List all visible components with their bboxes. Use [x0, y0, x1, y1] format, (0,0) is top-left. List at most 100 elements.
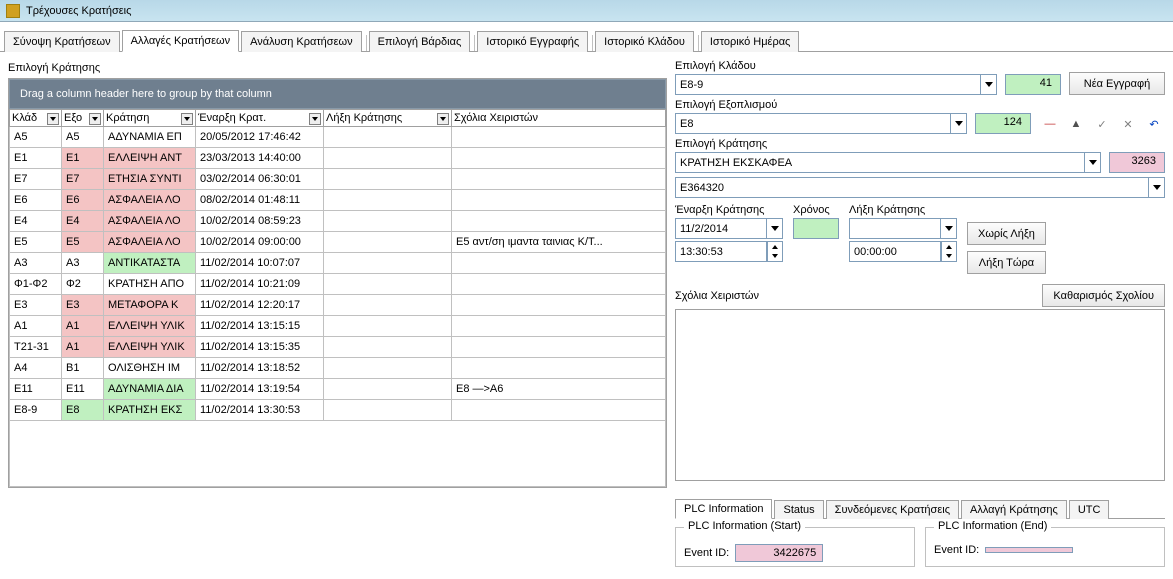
branch-combo[interactable]	[675, 74, 981, 95]
table-row[interactable]: A1A1ΕΛΛΕΙΨΗ ΥΛΙΚ11/02/2014 13:15:15	[10, 316, 666, 337]
table-cell[interactable]	[324, 127, 452, 148]
table-cell[interactable]: Φ2	[62, 274, 104, 295]
table-cell[interactable]: 11/02/2014 13:18:52	[196, 358, 324, 379]
column-header[interactable]: Σχόλια Χειριστών	[452, 110, 666, 127]
end-now-button[interactable]: Λήξη Τώρα	[967, 251, 1046, 274]
dropdown-icon[interactable]	[1149, 177, 1165, 198]
table-row[interactable]: E6E6ΑΣΦΑΛΕΙΑ ΛΟ08/02/2014 01:48:11	[10, 190, 666, 211]
table-cell[interactable]: Φ1-Φ2	[10, 274, 62, 295]
table-cell[interactable]	[452, 295, 666, 316]
table-cell[interactable]	[452, 358, 666, 379]
tab-shift[interactable]: Επιλογή Βάρδιας	[369, 31, 471, 52]
column-header[interactable]: Έναρξη Κρατ.	[196, 110, 324, 127]
table-cell[interactable]	[452, 274, 666, 295]
end-date-input[interactable]	[849, 218, 941, 239]
table-row[interactable]: A3A3ΑΝΤΙΚΑΤΑΣΤΑ11/02/2014 10:07:07	[10, 253, 666, 274]
table-cell[interactable]: ΑΔΥΝΑΜΙΑ ΕΠ	[104, 127, 196, 148]
table-cell[interactable]: E11	[10, 379, 62, 400]
table-cell[interactable]: E5	[10, 232, 62, 253]
filter-drop-icon[interactable]	[47, 113, 59, 125]
table-cell[interactable]: E7	[10, 169, 62, 190]
table-row[interactable]: E3E3ΜΕΤΑΦΟΡΑ Κ11/02/2014 12:20:17	[10, 295, 666, 316]
time-spinner[interactable]	[767, 241, 783, 262]
table-cell[interactable]: A1	[62, 316, 104, 337]
filter-drop-icon[interactable]	[181, 113, 193, 125]
cancel-icon[interactable]: ✕	[1117, 114, 1139, 134]
table-cell[interactable]: E4	[62, 211, 104, 232]
table-cell[interactable]: 23/03/2013 14:40:00	[196, 148, 324, 169]
column-header[interactable]: Λήξη Κράτησης	[324, 110, 452, 127]
table-cell[interactable]: T21-31	[10, 337, 62, 358]
end-time-input[interactable]	[849, 241, 941, 262]
table-cell[interactable]: A5	[62, 127, 104, 148]
dropdown-icon[interactable]	[1085, 152, 1101, 173]
table-cell[interactable]: ΟΛΙΣΘΗΣΗ ΙΜ	[104, 358, 196, 379]
table-cell[interactable]	[452, 148, 666, 169]
table-cell[interactable]: E8	[62, 400, 104, 421]
table-cell[interactable]: 11/02/2014 12:20:17	[196, 295, 324, 316]
filter-drop-icon[interactable]	[437, 113, 449, 125]
table-cell[interactable]	[452, 127, 666, 148]
table-cell[interactable]	[324, 295, 452, 316]
tab-branch-history[interactable]: Ιστορικό Κλάδου	[595, 31, 694, 52]
subtab-plc[interactable]: PLC Information	[675, 499, 772, 519]
table-cell[interactable]: A1	[10, 316, 62, 337]
duration-input[interactable]	[793, 218, 839, 239]
table-cell[interactable]: ΑΣΦΑΛΕΙΑ ΛΟ	[104, 211, 196, 232]
table-cell[interactable]: E5 αντ/ση ιμαντα ταινιας Κ/Τ...	[452, 232, 666, 253]
table-cell[interactable]: ΑΣΦΑΛΕΙΑ ΛΟ	[104, 232, 196, 253]
column-header[interactable]: Κράτηση	[104, 110, 196, 127]
table-cell[interactable]	[324, 148, 452, 169]
table-cell[interactable]: ΜΕΤΑΦΟΡΑ Κ	[104, 295, 196, 316]
table-cell[interactable]: E8-9	[10, 400, 62, 421]
comments-textarea[interactable]	[675, 309, 1165, 481]
table-cell[interactable]: ΚΡΑΤΗΣΗ ΑΠΟ	[104, 274, 196, 295]
filter-drop-icon[interactable]	[89, 113, 101, 125]
column-header[interactable]: Κλάδ	[10, 110, 62, 127]
table-cell[interactable]	[324, 358, 452, 379]
triangle-up-icon[interactable]: ▲	[1065, 114, 1087, 134]
table-cell[interactable]: B1	[62, 358, 104, 379]
subtab-change[interactable]: Αλλαγή Κράτησης	[961, 500, 1067, 519]
filter-drop-icon[interactable]	[309, 113, 321, 125]
no-end-button[interactable]: Χωρίς Λήξη	[967, 222, 1046, 245]
table-cell[interactable]: E4	[10, 211, 62, 232]
calendar-drop-icon[interactable]	[941, 218, 957, 239]
table-cell[interactable]: ΑΔΥΝΑΜΙΑ ΔΙΑ	[104, 379, 196, 400]
table-cell[interactable]: E1	[10, 148, 62, 169]
table-cell[interactable]: ΑΣΦΑΛΕΙΑ ΛΟ	[104, 190, 196, 211]
table-cell[interactable]: A1	[62, 337, 104, 358]
table-cell[interactable]: 11/02/2014 10:21:09	[196, 274, 324, 295]
table-cell[interactable]: E11	[62, 379, 104, 400]
table-cell[interactable]	[324, 379, 452, 400]
table-cell[interactable]	[452, 169, 666, 190]
table-row[interactable]: A5A5ΑΔΥΝΑΜΙΑ ΕΠ20/05/2012 17:46:42	[10, 127, 666, 148]
table-cell[interactable]	[324, 211, 452, 232]
table-row[interactable]: E1E1ΕΛΛΕΙΨΗ ΑΝΤ23/03/2013 14:40:00	[10, 148, 666, 169]
table-cell[interactable]: ΚΡΑΤΗΣΗ ΕΚΣ	[104, 400, 196, 421]
table-cell[interactable]	[452, 190, 666, 211]
table-cell[interactable]: ΕΛΛΕΙΨΗ ΑΝΤ	[104, 148, 196, 169]
clear-comments-button[interactable]: Καθαρισμός Σχολίου	[1042, 284, 1165, 307]
revert-icon[interactable]: ↶	[1143, 114, 1165, 134]
dropdown-icon[interactable]	[951, 113, 967, 134]
table-cell[interactable]: ΑΝΤΙΚΑΤΑΣΤΑ	[104, 253, 196, 274]
table-row[interactable]: E5E5ΑΣΦΑΛΕΙΑ ΛΟ10/02/2014 09:00:00E5 αντ…	[10, 232, 666, 253]
table-cell[interactable]: E6	[10, 190, 62, 211]
table-cell[interactable]: E8 —>A6	[452, 379, 666, 400]
table-cell[interactable]: 10/02/2014 09:00:00	[196, 232, 324, 253]
table-row[interactable]: Φ1-Φ2Φ2ΚΡΑΤΗΣΗ ΑΠΟ11/02/2014 10:21:09	[10, 274, 666, 295]
table-cell[interactable]: E1	[62, 148, 104, 169]
table-cell[interactable]: 11/02/2014 13:19:54	[196, 379, 324, 400]
delete-icon[interactable]: —	[1039, 114, 1061, 134]
calendar-drop-icon[interactable]	[767, 218, 783, 239]
table-cell[interactable]: 11/02/2014 13:15:15	[196, 316, 324, 337]
tab-analysis[interactable]: Ανάλυση Κρατήσεων	[241, 31, 361, 52]
group-by-bar[interactable]: Drag a column header here to group by th…	[9, 79, 666, 109]
hold-combo[interactable]	[675, 152, 1085, 173]
table-cell[interactable]: A5	[10, 127, 62, 148]
tab-day-history[interactable]: Ιστορικό Ημέρας	[701, 31, 800, 52]
tab-changes[interactable]: Αλλαγές Κρατήσεων	[122, 30, 240, 52]
subtab-status[interactable]: Status	[774, 500, 823, 519]
table-cell[interactable]: E6	[62, 190, 104, 211]
